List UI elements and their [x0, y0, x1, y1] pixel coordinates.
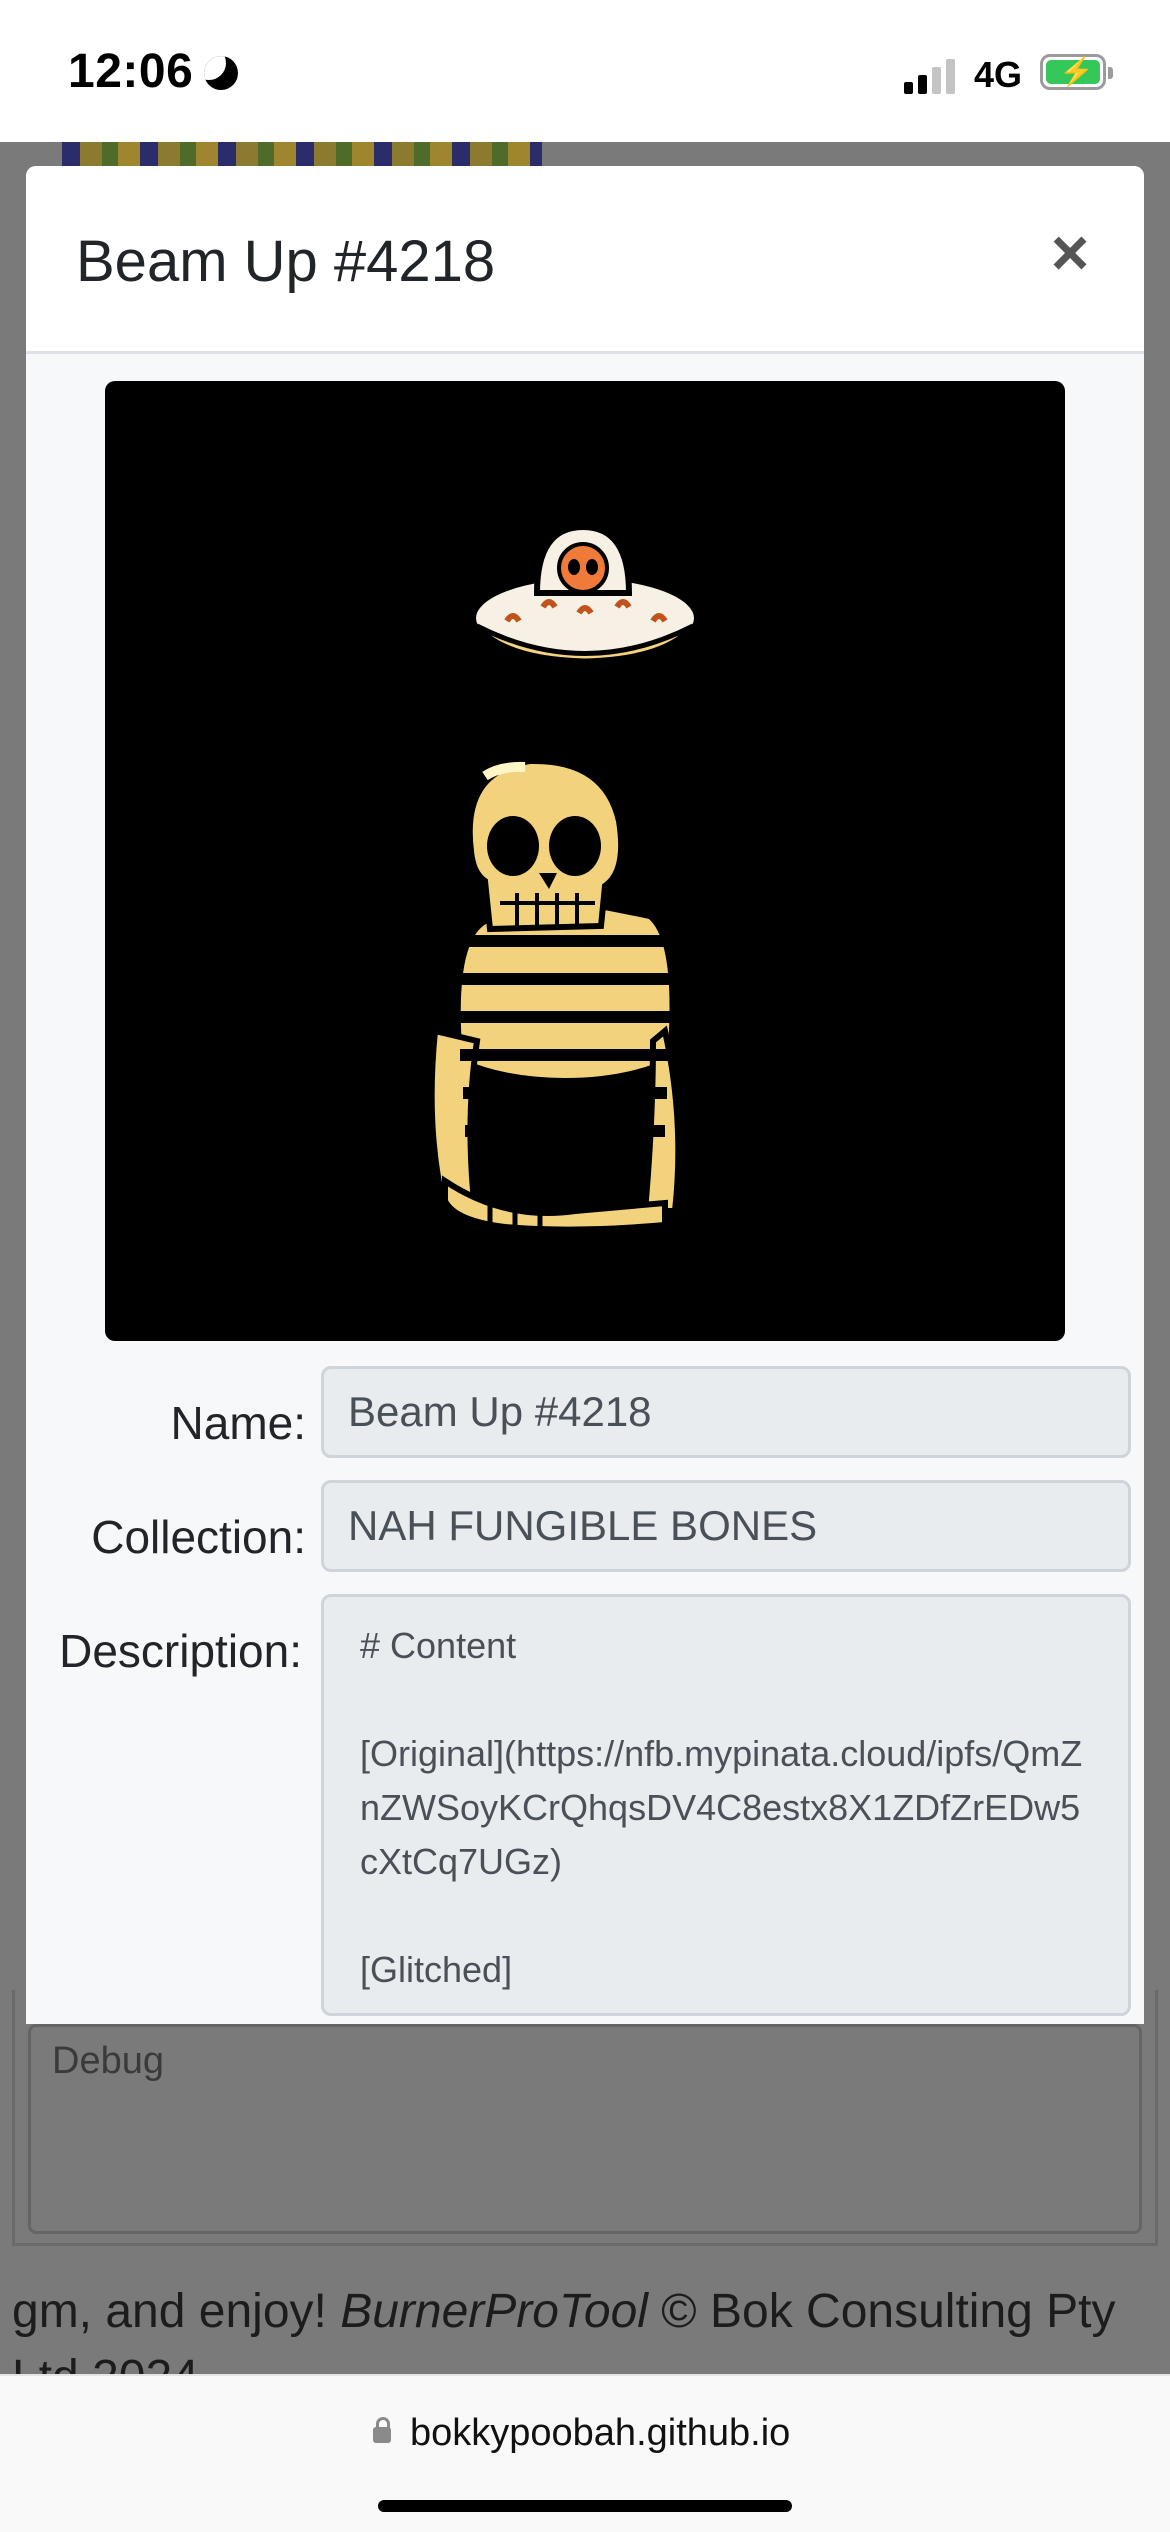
collection-field[interactable]: NAH FUNGIBLE BONES — [321, 1480, 1131, 1572]
network-type: 4G — [974, 54, 1023, 95]
home-indicator[interactable] — [378, 2500, 792, 2512]
battery-charging-icon: ⚡ — [1040, 54, 1113, 90]
collection-label: Collection: — [91, 1511, 306, 1563]
signal-icon — [904, 58, 956, 94]
footer-suffix: © Bok Consulting Pty — [647, 2285, 1116, 2338]
nft-image — [105, 381, 1065, 1341]
debug-label: Debug — [52, 2040, 164, 2082]
modal-title: Beam Up #4218 — [76, 229, 496, 294]
lock-icon — [373, 2417, 391, 2443]
description-label: Description: — [59, 1625, 302, 1677]
name-field[interactable]: Beam Up #4218 — [321, 1366, 1131, 1458]
nft-detail-modal: Beam Up #4218 × Name: Beam Up #4218 Coll… — [26, 166, 1144, 2024]
close-button[interactable]: × — [1040, 219, 1100, 285]
nft-artwork — [428, 523, 700, 1233]
moon-icon — [204, 56, 238, 90]
ufo-icon — [470, 523, 700, 664]
status-bar: 12:06 4G ⚡ — [0, 0, 1170, 142]
skeleton-icon — [428, 757, 682, 1233]
footer-app-name[interactable]: BurnerProTool — [340, 2285, 648, 2338]
url-text[interactable]: bokkypoobah.github.io — [410, 2412, 790, 2455]
name-label: Name: — [170, 1397, 306, 1449]
footer-text: gm, and enjoy! BurnerProTool © Bok Consu… — [12, 2284, 1116, 2339]
description-field[interactable]: # Content [Original](https://nfb.mypinat… — [321, 1594, 1131, 2016]
status-time: 12:06 — [68, 45, 194, 98]
footer-prefix: gm, and enjoy! — [12, 2285, 341, 2338]
debug-panel — [28, 2024, 1142, 2234]
modal-header: Beam Up #4218 × — [26, 166, 1144, 354]
